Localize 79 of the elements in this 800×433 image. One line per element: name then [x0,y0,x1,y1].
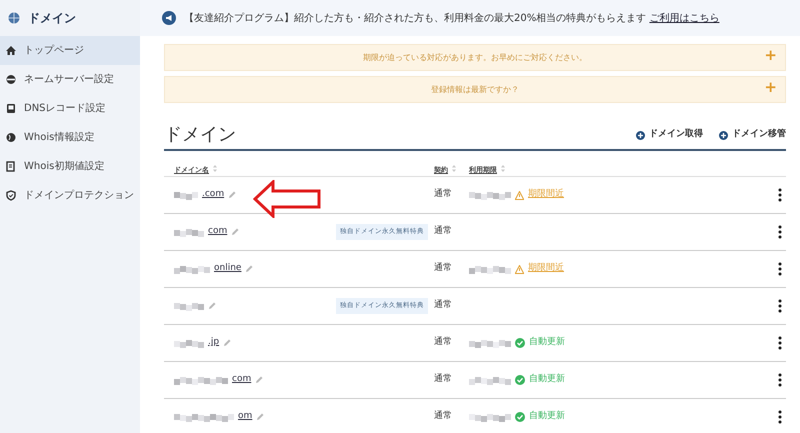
edit-icon [245,265,254,273]
more-icon [778,373,782,387]
redaction-mosaic [174,300,204,312]
status-text: 自動更新 [529,373,565,386]
more-icon [778,299,782,313]
sidebar-item[interactable]: Whois情報設定 [0,123,140,152]
more-icon [778,410,782,424]
more-menu-button[interactable] [778,373,782,387]
more-menu-button[interactable] [778,410,782,424]
arrow-annotation [253,180,323,218]
plus-circle-icon [719,130,728,140]
warning-icon [515,190,524,200]
megaphone-icon [162,11,176,25]
more-icon [778,225,782,239]
domain-link[interactable]: om [238,410,252,424]
redaction-mosaic [174,412,234,422]
redaction-mosaic [469,412,511,422]
check-circle-icon [515,412,525,422]
more-menu-button[interactable] [778,225,782,239]
contract-type: 通常 [434,225,453,238]
contract-type: 通常 [434,262,453,276]
redaction-mosaic [174,264,210,274]
edit-icon [255,376,264,384]
status-text: 自動更新 [529,336,565,350]
edit-icon [231,228,240,236]
contract-type: 通常 [434,336,453,350]
alert-text: 期限が迫っている対応があります。お早めにご対応ください。 [363,52,587,64]
redaction-mosaic [174,374,228,386]
sidebar-title: ドメイン [28,10,76,27]
redaction-mosaic [174,226,204,238]
sidebar-item[interactable]: ドメインプロテクション [0,181,140,210]
sidebar-item[interactable]: トップページ [0,36,140,65]
redaction-mosaic [469,190,511,200]
action-link[interactable]: ドメイン移管 [719,128,786,142]
check-circle-icon [515,375,525,385]
sidebar-item[interactable]: Whois初期値設定 [0,152,140,181]
edit-icon [223,339,232,347]
warning-icon [515,264,524,274]
page-heading: ドメイン [164,124,236,146]
check-circle-icon [515,338,525,348]
status-text: 自動更新 [529,410,565,424]
shield-icon [6,190,16,201]
referral-link[interactable]: ご利用はこちら [649,12,720,24]
home-icon [6,45,16,56]
more-menu-button[interactable] [778,262,782,276]
contract-type: 通常 [434,410,453,424]
redaction-mosaic [174,190,198,200]
domain-link[interactable]: .jp [208,336,220,350]
domain-link[interactable]: com [208,225,228,239]
more-icon [778,336,782,350]
sidebar-item[interactable]: ネームサーバー設定 [0,65,140,94]
redaction-mosaic [469,264,511,274]
sidebar-item[interactable]: DNSレコード設定 [0,94,140,123]
contract-type: 通常 [434,299,453,312]
book-icon [6,103,16,114]
action-link[interactable]: ドメイン取得 [636,128,703,142]
domain-link[interactable]: online [214,262,242,276]
edit-icon [208,302,216,310]
plus-circle-icon [636,130,645,140]
redaction-mosaic [469,338,511,348]
more-menu-button[interactable] [778,336,782,350]
redaction-mosaic [174,338,204,348]
more-menu-button[interactable] [778,188,782,202]
more-icon [778,188,782,202]
domain-link[interactable]: .com [202,188,224,202]
edit-icon [228,191,236,199]
more-menu-button[interactable] [778,299,782,313]
alert-text: 登録情報は最新ですか？ [431,84,519,96]
contract-type: 通常 [434,188,453,202]
sort-icon [213,165,217,172]
sort-icon [452,165,456,172]
document-icon [6,161,16,172]
domain-link[interactable]: com [232,373,252,387]
sort-icon [501,165,505,172]
more-icon [778,262,782,276]
contract-type: 通常 [434,373,453,386]
redaction-mosaic [469,374,511,386]
edit-icon [256,413,264,421]
announcement-text: 【友達紹介プログラム】紹介した方も・紹介された方も、利用料金の最大20%相当の特典がもらえます ご利用はこちら [184,12,720,26]
